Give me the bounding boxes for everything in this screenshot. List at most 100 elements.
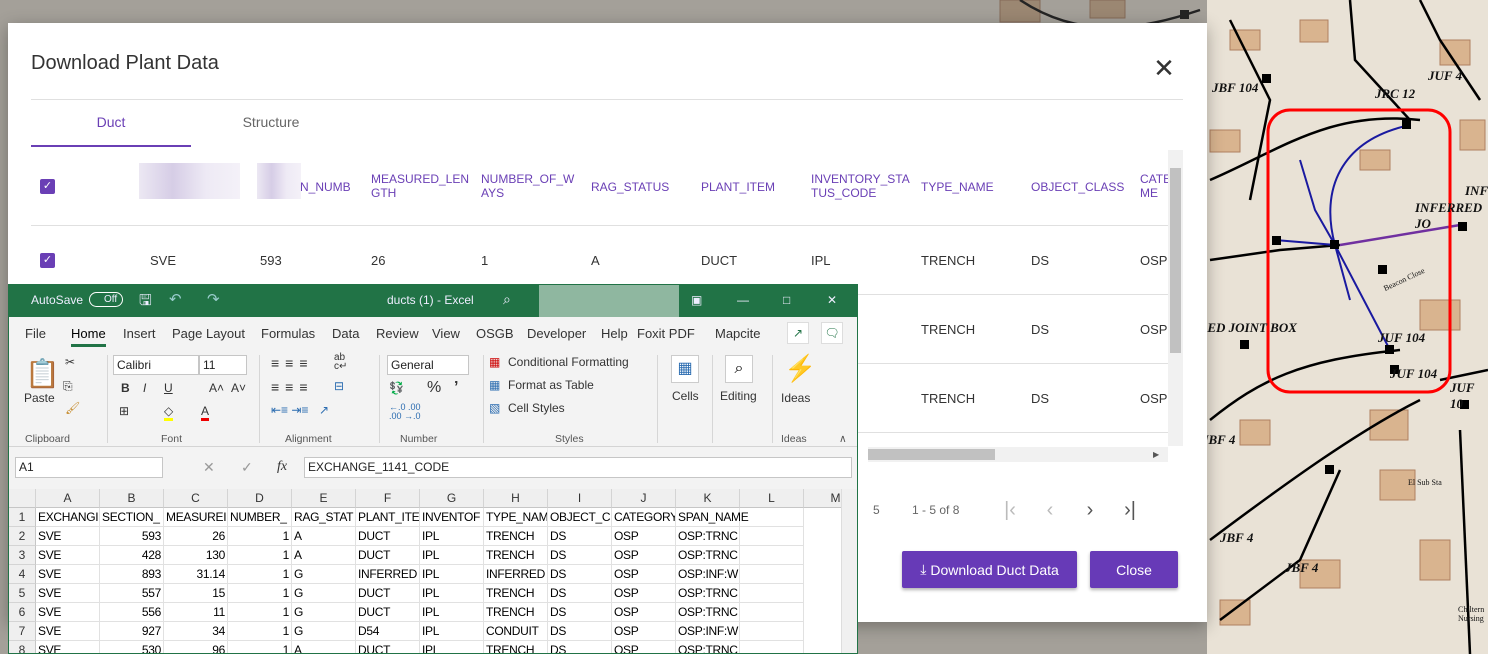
cell[interactable]: IPL bbox=[420, 527, 484, 546]
column-header[interactable]: NUMBER_OF_W AYS bbox=[481, 172, 574, 200]
cell[interactable]: DS bbox=[548, 565, 612, 584]
cell[interactable]: 1 bbox=[228, 565, 292, 584]
ideas-button[interactable]: Ideas bbox=[781, 391, 810, 405]
autosave-toggle[interactable]: Off bbox=[89, 292, 124, 307]
row-header[interactable]: 7 bbox=[9, 622, 36, 641]
comma-style-icon[interactable]: ’ bbox=[454, 379, 458, 397]
row-header[interactable]: 5 bbox=[9, 584, 36, 603]
column-header[interactable]: INVENTORY_STA TUS_CODE bbox=[811, 172, 910, 200]
cell[interactable] bbox=[740, 584, 804, 603]
cell[interactable] bbox=[740, 641, 804, 653]
enter-icon[interactable]: ✓ bbox=[241, 459, 253, 476]
cell[interactable]: IPL bbox=[420, 622, 484, 641]
row-header[interactable]: 3 bbox=[9, 546, 36, 565]
cell[interactable]: G bbox=[292, 584, 356, 603]
cell[interactable]: G bbox=[292, 603, 356, 622]
ribbon-tab-developer[interactable]: Developer bbox=[527, 326, 586, 341]
cell[interactable]: SVE bbox=[36, 527, 100, 546]
column-header-F[interactable]: F bbox=[356, 489, 420, 508]
cell[interactable]: OSP:TRNC bbox=[676, 603, 740, 622]
ribbon-tab-data[interactable]: Data bbox=[332, 326, 359, 341]
cell[interactable]: SVE bbox=[36, 641, 100, 653]
cell[interactable]: INFERRED bbox=[356, 565, 420, 584]
cell[interactable]: G bbox=[292, 565, 356, 584]
cell[interactable]: OSP bbox=[612, 641, 676, 653]
cell[interactable]: OSP:INF:W bbox=[676, 565, 740, 584]
cell[interactable]: 530 bbox=[100, 641, 164, 653]
next-page-icon[interactable]: › bbox=[1078, 497, 1102, 523]
ribbon-tab-mapcite[interactable]: Mapcite bbox=[715, 326, 761, 341]
cell[interactable]: SVE bbox=[36, 622, 100, 641]
cell[interactable]: 428 bbox=[100, 546, 164, 565]
cell[interactable]: DUCT bbox=[356, 527, 420, 546]
column-header[interactable]: RAG_STATUS bbox=[591, 180, 669, 194]
select-all-corner[interactable] bbox=[9, 489, 36, 508]
cell[interactable]: OSP:TRNC bbox=[676, 641, 740, 653]
cell[interactable]: DS bbox=[548, 603, 612, 622]
horizontal-scroll-thumb[interactable] bbox=[868, 449, 995, 460]
column-header[interactable]: N_NUMB bbox=[300, 180, 351, 194]
cell[interactable]: 893 bbox=[100, 565, 164, 584]
cell[interactable]: TRENCH bbox=[484, 546, 548, 565]
cell[interactable]: INVENTOF bbox=[420, 508, 484, 527]
cell[interactable]: DUCT bbox=[356, 603, 420, 622]
cell[interactable]: OSP bbox=[612, 603, 676, 622]
cell[interactable]: A bbox=[292, 546, 356, 565]
cell[interactable]: OSP:TRNC bbox=[676, 527, 740, 546]
ideas-icon[interactable]: ⚡ bbox=[784, 353, 816, 384]
cell[interactable]: MEASUREI bbox=[164, 508, 228, 527]
font-name-select[interactable]: Calibri bbox=[113, 355, 199, 375]
cell[interactable] bbox=[740, 527, 804, 546]
cell[interactable] bbox=[740, 565, 804, 584]
font-color-icon[interactable]: A bbox=[201, 404, 210, 421]
cell[interactable]: IPL bbox=[420, 546, 484, 565]
tab-structure[interactable]: Structure bbox=[191, 100, 351, 147]
horizontal-align-icons[interactable]: ≡≡≡ bbox=[271, 379, 314, 395]
cell[interactable]: CATEGORY bbox=[612, 508, 676, 527]
ribbon-tab-view[interactable]: View bbox=[432, 326, 460, 341]
bold-icon[interactable]: B bbox=[121, 381, 130, 395]
cell[interactable]: OSP bbox=[612, 622, 676, 641]
cell[interactable]: SPAN_NAME bbox=[676, 508, 749, 527]
column-header-D[interactable]: D bbox=[228, 489, 292, 508]
cell[interactable]: 593 bbox=[100, 527, 164, 546]
cell[interactable]: EXCHANGI bbox=[36, 508, 100, 527]
maximize-icon[interactable]: □ bbox=[783, 293, 790, 307]
tab-duct[interactable]: Duct bbox=[31, 100, 191, 147]
cell[interactable]: DS bbox=[548, 527, 612, 546]
cell[interactable]: SECTION_ bbox=[100, 508, 164, 527]
undo-icon[interactable]: ↶ bbox=[169, 290, 182, 308]
cells-icon[interactable]: ▦ bbox=[671, 355, 699, 383]
name-box[interactable]: A1 bbox=[15, 457, 163, 478]
cell[interactable]: DS bbox=[548, 584, 612, 603]
column-header[interactable]: MEASURED_LEN GTH bbox=[371, 172, 469, 200]
cell[interactable]: OSP bbox=[612, 565, 676, 584]
cell[interactable]: 15 bbox=[164, 584, 228, 603]
row-header[interactable]: 1 bbox=[9, 508, 36, 527]
column-header[interactable]: CATE ME bbox=[1140, 172, 1168, 200]
cell[interactable] bbox=[740, 603, 804, 622]
cell[interactable]: SVE bbox=[36, 584, 100, 603]
number-format-select[interactable]: General bbox=[387, 355, 469, 375]
cell[interactable]: TRENCH bbox=[484, 603, 548, 622]
percent-icon[interactable]: % bbox=[427, 379, 441, 397]
fill-color-icon[interactable]: ◇ bbox=[164, 404, 174, 421]
formula-input[interactable]: EXCHANGE_1141_CODE bbox=[304, 457, 852, 478]
close-window-icon[interactable]: ✕ bbox=[827, 293, 837, 307]
italic-icon[interactable]: I bbox=[143, 381, 146, 395]
column-header-G[interactable]: G bbox=[420, 489, 484, 508]
save-icon[interactable]: 🖫 bbox=[139, 290, 152, 315]
cell[interactable]: TYPE_NAM bbox=[484, 508, 548, 527]
cell[interactable]: 556 bbox=[100, 603, 164, 622]
format-as-table-button[interactable]: Format as Table bbox=[508, 378, 594, 392]
wrap-text-icon[interactable]: ab c↵ bbox=[334, 353, 347, 372]
column-header-J[interactable]: J bbox=[612, 489, 676, 508]
cell[interactable]: SVE bbox=[36, 546, 100, 565]
column-header[interactable]: TYPE_NAME bbox=[921, 180, 994, 194]
cell[interactable]: PLANT_ITE bbox=[356, 508, 420, 527]
cell[interactable]: 1 bbox=[228, 641, 292, 653]
merge-center-icon[interactable]: ⊟ bbox=[334, 379, 344, 393]
cell[interactable]: OBJECT_C bbox=[548, 508, 612, 527]
column-header-H[interactable]: H bbox=[484, 489, 548, 508]
page-size-select[interactable]: 5 bbox=[873, 503, 880, 517]
